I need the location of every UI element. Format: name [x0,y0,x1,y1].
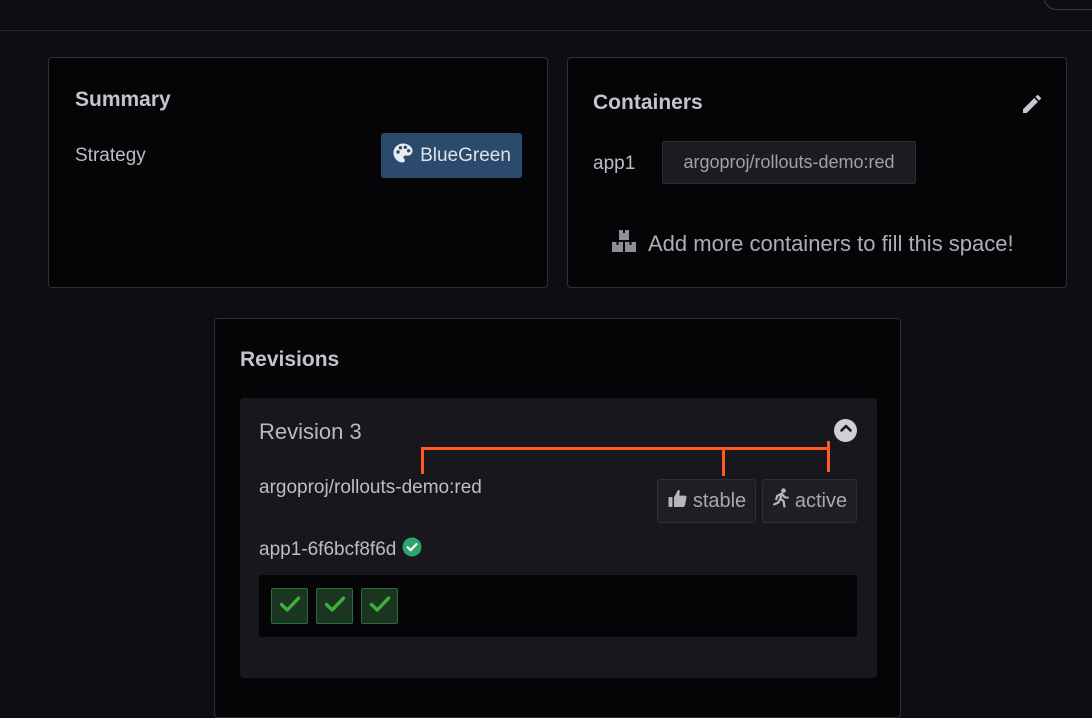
chevron-up-icon [839,421,853,440]
container-name: app1 [593,153,636,174]
running-icon [772,488,790,514]
pods-container [259,575,857,637]
thumbs-up-icon [667,488,688,515]
replicaset-name-text: app1-6f6bcf8f6d [259,539,397,560]
check-circle-icon [402,537,422,563]
containers-panel: Containers app1 argoproj/rollouts-demo:r… [567,57,1067,288]
palette-icon [392,142,414,170]
pod-status[interactable] [271,588,308,624]
collapse-revision-button[interactable] [834,419,857,442]
boxes-icon [610,228,638,260]
check-icon [324,595,346,618]
revision-card: Revision 3 argoproj/rollouts-demo:red st… [240,398,877,678]
strategy-label: Strategy [75,145,146,166]
pod-status[interactable] [316,588,353,624]
revisions-title: Revisions [240,348,340,371]
revisions-panel: Revisions Revision 3 argoproj/rollouts-d… [214,318,901,718]
stable-tag[interactable]: stable [657,479,756,523]
strategy-value: BlueGreen [420,144,511,166]
annotation-bracket-top [421,447,830,450]
annotation-bracket-right [827,441,830,472]
summary-title: Summary [75,88,171,111]
active-tag-label: active [794,489,848,512]
summary-panel: Summary Strategy BlueGreen [48,57,548,288]
check-icon [369,595,391,618]
pencil-icon [1020,95,1044,120]
add-more-text: Add more containers to fill this space! [648,231,1014,256]
replicaset-name: app1-6f6bcf8f6d [259,537,422,563]
annotation-bracket-left [421,447,424,474]
strategy-badge: BlueGreen [381,133,522,178]
container-image-field[interactable]: argoproj/rollouts-demo:red [662,141,916,184]
top-bar [0,0,1092,31]
search-box-edge[interactable] [1044,0,1092,10]
containers-title: Containers [593,91,703,114]
annotation-bracket-middle [722,447,725,476]
pod-status[interactable] [361,588,398,624]
stable-tag-label: stable [692,489,747,512]
revision-image: argoproj/rollouts-demo:red [259,477,482,498]
active-tag[interactable]: active [762,479,857,523]
edit-containers-button[interactable] [1020,92,1044,116]
add-more-containers: Add more containers to fill this space! [610,228,1014,260]
revision-title: Revision 3 [259,419,362,444]
check-icon [279,595,301,618]
